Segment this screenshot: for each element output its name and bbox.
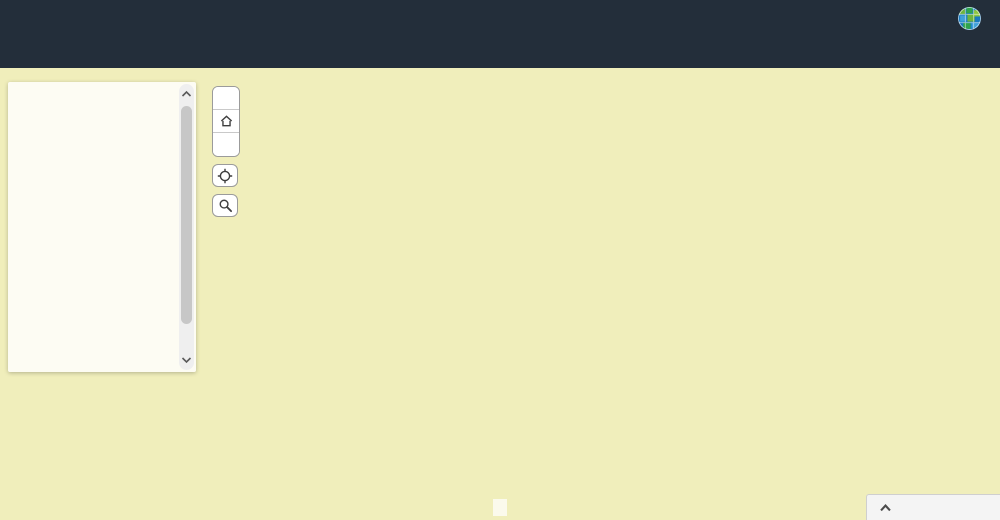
zoom-in-button[interactable]: [213, 87, 239, 110]
legend-scrollbar[interactable]: [179, 84, 194, 370]
app-root: [0, 0, 1000, 520]
locate-crosshair-icon: [217, 168, 233, 184]
chevron-down-icon: [181, 356, 192, 364]
chevron-up-icon: [181, 90, 192, 98]
locate-button[interactable]: [212, 164, 238, 187]
overview-map-button[interactable]: [866, 494, 1000, 520]
legend-content: [8, 82, 196, 90]
year-tabbar: [0, 36, 1000, 68]
home-button[interactable]: [213, 110, 239, 133]
powered-by-esri-logo: [791, 518, 795, 519]
header-right: [933, 6, 986, 31]
esri-globe-icon: [957, 6, 982, 31]
scrollbar-thumb[interactable]: [181, 106, 192, 324]
zoom-control-group: [212, 86, 240, 157]
search-button[interactable]: [212, 194, 238, 217]
app-header: [0, 0, 1000, 36]
map-attribution: [493, 499, 507, 516]
zoom-out-button[interactable]: [213, 133, 239, 156]
scroll-down-button[interactable]: [179, 352, 194, 368]
map-controls: [212, 86, 240, 217]
chevron-up-icon: [879, 503, 892, 513]
legend-panel: [8, 82, 196, 372]
search-icon: [218, 198, 233, 213]
esri-logo[interactable]: [957, 6, 986, 31]
map-area: [0, 68, 1000, 520]
scroll-up-button[interactable]: [179, 86, 194, 102]
home-icon: [219, 114, 234, 128]
